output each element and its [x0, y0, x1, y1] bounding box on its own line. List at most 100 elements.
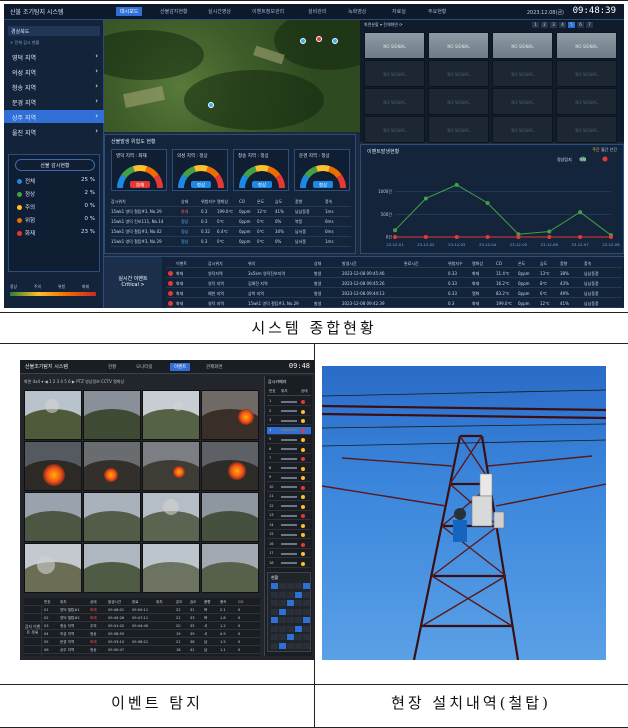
- camera-page-button[interactable]: 7: [586, 22, 593, 28]
- trend-tab-yearly[interactable]: 년간: [610, 147, 617, 152]
- camera-cell[interactable]: NO SIGNAL: [364, 60, 425, 87]
- camera-cell[interactable]: NO SIGNAL: [492, 88, 553, 115]
- camera-page-button[interactable]: 5: [568, 22, 575, 28]
- trend-tab-monthly[interactable]: 월간: [601, 147, 608, 152]
- camera-thumbnail[interactable]: [83, 543, 141, 593]
- event-detection-tab-2[interactable]: 이벤트: [170, 363, 191, 371]
- risk-table-row[interactable]: 15wk1 영덕 진보111, No.14 정상 0.3 0℃ 0ppm 0℃ 0% 북풍 0m…: [111, 217, 351, 227]
- fire-marker-icon[interactable]: [316, 36, 322, 42]
- camera-page-button[interactable]: 3: [550, 22, 557, 28]
- camera-cell[interactable]: NO SIGNAL: [556, 116, 617, 143]
- camera-thumbnail[interactable]: [142, 543, 200, 593]
- satellite-map[interactable]: [104, 20, 360, 132]
- risk-gauge[interactable]: 청송 지역 : 정상 정상: [233, 149, 289, 191]
- risk-table-row[interactable]: 15wk1 영덕 철탑#3, No.29 화재 0.3 199.0℃ 0ppm 12℃ 41…: [111, 207, 351, 217]
- camera-cell[interactable]: NO SIGNAL: [428, 88, 489, 115]
- camera-list-item[interactable]: 10: [267, 484, 311, 492]
- camera-marker-icon[interactable]: [208, 102, 214, 108]
- dashboard-tab-2[interactable]: 실시간영상: [208, 8, 231, 15]
- risk-gauge[interactable]: 영덕 지역 : 화재 화재: [111, 149, 167, 191]
- sidebar-item-uiseong[interactable]: 의성 지역 ›: [4, 65, 104, 78]
- sidebar-item-mungyeong[interactable]: 문경 지역 ›: [4, 95, 104, 108]
- camera-list-item[interactable]: 1: [267, 398, 311, 406]
- risk-table-row[interactable]: 15wk1 영덕 철탑#3, No.02 정상 0.32 6.4℃ 0ppm 0℃ 34% 남…: [111, 227, 351, 237]
- sidebar-item-cheongsong[interactable]: 청송 지역 ›: [4, 80, 104, 93]
- camera-toolbar[interactable]: 화면분할 ▾ 전체화면 ⟳: [360, 20, 624, 30]
- camera-list-item[interactable]: 8: [267, 465, 311, 473]
- camera-cell[interactable]: NO SIGNAL: [556, 60, 617, 87]
- camera-list-item[interactable]: 12: [267, 503, 311, 511]
- event-detection-tab-0[interactable]: 현황: [108, 364, 116, 370]
- risk-table-row[interactable]: 15wk1 영덕 철탑#3, No.29 정상 0.3 0℃ 0ppm 0℃ 0% 남서풍 1m…: [111, 237, 351, 247]
- camera-thumbnail[interactable]: [201, 543, 259, 593]
- camera-thumbnail[interactable]: [142, 492, 200, 542]
- dashboard-tab-0[interactable]: 대시보드: [116, 7, 143, 16]
- trend-tab-weekly[interactable]: 주간: [592, 147, 599, 152]
- sidebar-region-select[interactable]: 경상북도: [8, 26, 100, 36]
- dashboard-tab-3[interactable]: 이벤트정보관리: [252, 8, 284, 15]
- camera-list-item[interactable]: 13: [267, 512, 311, 520]
- camera-thumbnail[interactable]: [83, 390, 141, 440]
- event-detection-tab-1[interactable]: 모니터링: [136, 364, 153, 370]
- event-detection-tab-3[interactable]: 관제화면: [206, 364, 223, 370]
- camera-cell[interactable]: NO SIGNAL: [492, 32, 553, 59]
- camera-list-item[interactable]: 2: [267, 408, 311, 416]
- camera-cell[interactable]: NO SIGNAL: [364, 116, 425, 143]
- camera-marker-icon[interactable]: [332, 38, 338, 44]
- camera-cell[interactable]: NO SIGNAL: [428, 116, 489, 143]
- camera-list-item[interactable]: 15: [267, 531, 311, 539]
- dashboard-tab-7[interactable]: 주요현황: [428, 8, 446, 15]
- camera-page-button[interactable]: 1: [532, 22, 539, 28]
- dashboard-tab-1[interactable]: 산불감지현황: [160, 8, 188, 15]
- camera-thumbnail[interactable]: [201, 492, 259, 542]
- event-row[interactable]: 화재 영덕지역 3x5km 영덕진보지역 발생 2023-12-08 09:45:46 0…: [166, 269, 622, 278]
- event-detection-toolbar[interactable]: 화면 4x4 ▾ ◀ 1 2 3 4 5 6 ▶ PTZ 영상정보 CCTV 열…: [20, 376, 260, 388]
- camera-cell[interactable]: NO SIGNAL: [492, 116, 553, 143]
- camera-thumbnail[interactable]: [142, 390, 200, 440]
- camera-page-button[interactable]: 6: [577, 22, 584, 28]
- event-table-row[interactable]: 01 영덕 철탑#1 화재 09:48:01 09:50:11 22 31 북 2.1 0: [24, 606, 260, 614]
- camera-thumbnail[interactable]: [201, 441, 259, 491]
- event-table-row[interactable]: 06 상주 지역 정상 09:30:47 18 41 남 1.1 0: [24, 646, 260, 654]
- dashboard-tab-6[interactable]: 자료실: [392, 8, 406, 15]
- camera-list-item[interactable]: 18: [267, 560, 311, 568]
- risk-gauge[interactable]: 의성 지역 : 정상 정상: [172, 149, 228, 191]
- camera-list-item[interactable]: 7: [267, 455, 311, 463]
- camera-list-item[interactable]: 9: [267, 474, 311, 482]
- camera-marker-icon[interactable]: [300, 38, 306, 44]
- camera-list-item[interactable]: 3: [267, 417, 311, 425]
- event-table-row[interactable]: 04 의성 지역 정상 09:38:55 19 39 서 0.9 0: [24, 630, 260, 638]
- camera-list-item[interactable]: 14: [267, 522, 311, 530]
- sidebar-item-yeongdeok[interactable]: 영덕 지역 ›: [4, 50, 104, 63]
- camera-page-button[interactable]: 2: [541, 22, 548, 28]
- camera-list-item[interactable]: 4: [267, 426, 311, 435]
- event-row[interactable]: 화재 예천 지역 삼척 지역 발생 2023-12-08 09:44:13 0.33 열화 8…: [166, 289, 622, 298]
- event-row[interactable]: 화재 영덕 지역 김해진 지역 발생 2023-12-08 09:45:26 0.33 화재…: [166, 279, 622, 288]
- camera-thumbnail[interactable]: [24, 543, 82, 593]
- sidebar-item-uljin[interactable]: 울진 지역 ›: [4, 125, 104, 138]
- camera-thumbnail[interactable]: [24, 441, 82, 491]
- camera-list-item[interactable]: 17: [267, 550, 311, 558]
- risk-gauge[interactable]: 문경 지역 : 정상 정상: [294, 149, 350, 191]
- sidebar-item-sangju[interactable]: 상주 지역 ›: [4, 110, 104, 123]
- event-table-row[interactable]: 03 청송 지역 주의 09:41:02 09:44:40 20 35 서 1.2 0: [24, 622, 260, 630]
- camera-thumbnail[interactable]: [201, 390, 259, 440]
- dashboard-tab-5[interactable]: 녹화영상: [348, 8, 366, 15]
- camera-list-item[interactable]: 11: [267, 493, 311, 501]
- camera-thumbnail[interactable]: [24, 492, 82, 542]
- camera-cell[interactable]: NO SIGNAL: [428, 60, 489, 87]
- event-table-row[interactable]: 02 영덕 철탑#2 화재 09:45:26 09:47:11 21 33 북 1.8 0: [24, 614, 260, 622]
- camera-cell[interactable]: NO SIGNAL: [556, 88, 617, 115]
- event-row[interactable]: 화재 영덕 지역 15wk1 영덕 철탑#3, No.29 발생 2023-12-08 …: [166, 299, 622, 308]
- dashboard-tab-4[interactable]: 설비관리: [308, 8, 326, 15]
- camera-list-item[interactable]: 5: [267, 436, 311, 444]
- camera-thumbnail[interactable]: [83, 492, 141, 542]
- camera-cell[interactable]: NO SIGNAL: [364, 32, 425, 59]
- camera-page-button[interactable]: 4: [559, 22, 566, 28]
- camera-cell[interactable]: NO SIGNAL: [492, 60, 553, 87]
- camera-cell[interactable]: NO SIGNAL: [556, 32, 617, 59]
- camera-cell[interactable]: NO SIGNAL: [364, 88, 425, 115]
- camera-thumbnail[interactable]: [83, 441, 141, 491]
- camera-list-item[interactable]: 16: [267, 541, 311, 549]
- camera-thumbnail[interactable]: [24, 390, 82, 440]
